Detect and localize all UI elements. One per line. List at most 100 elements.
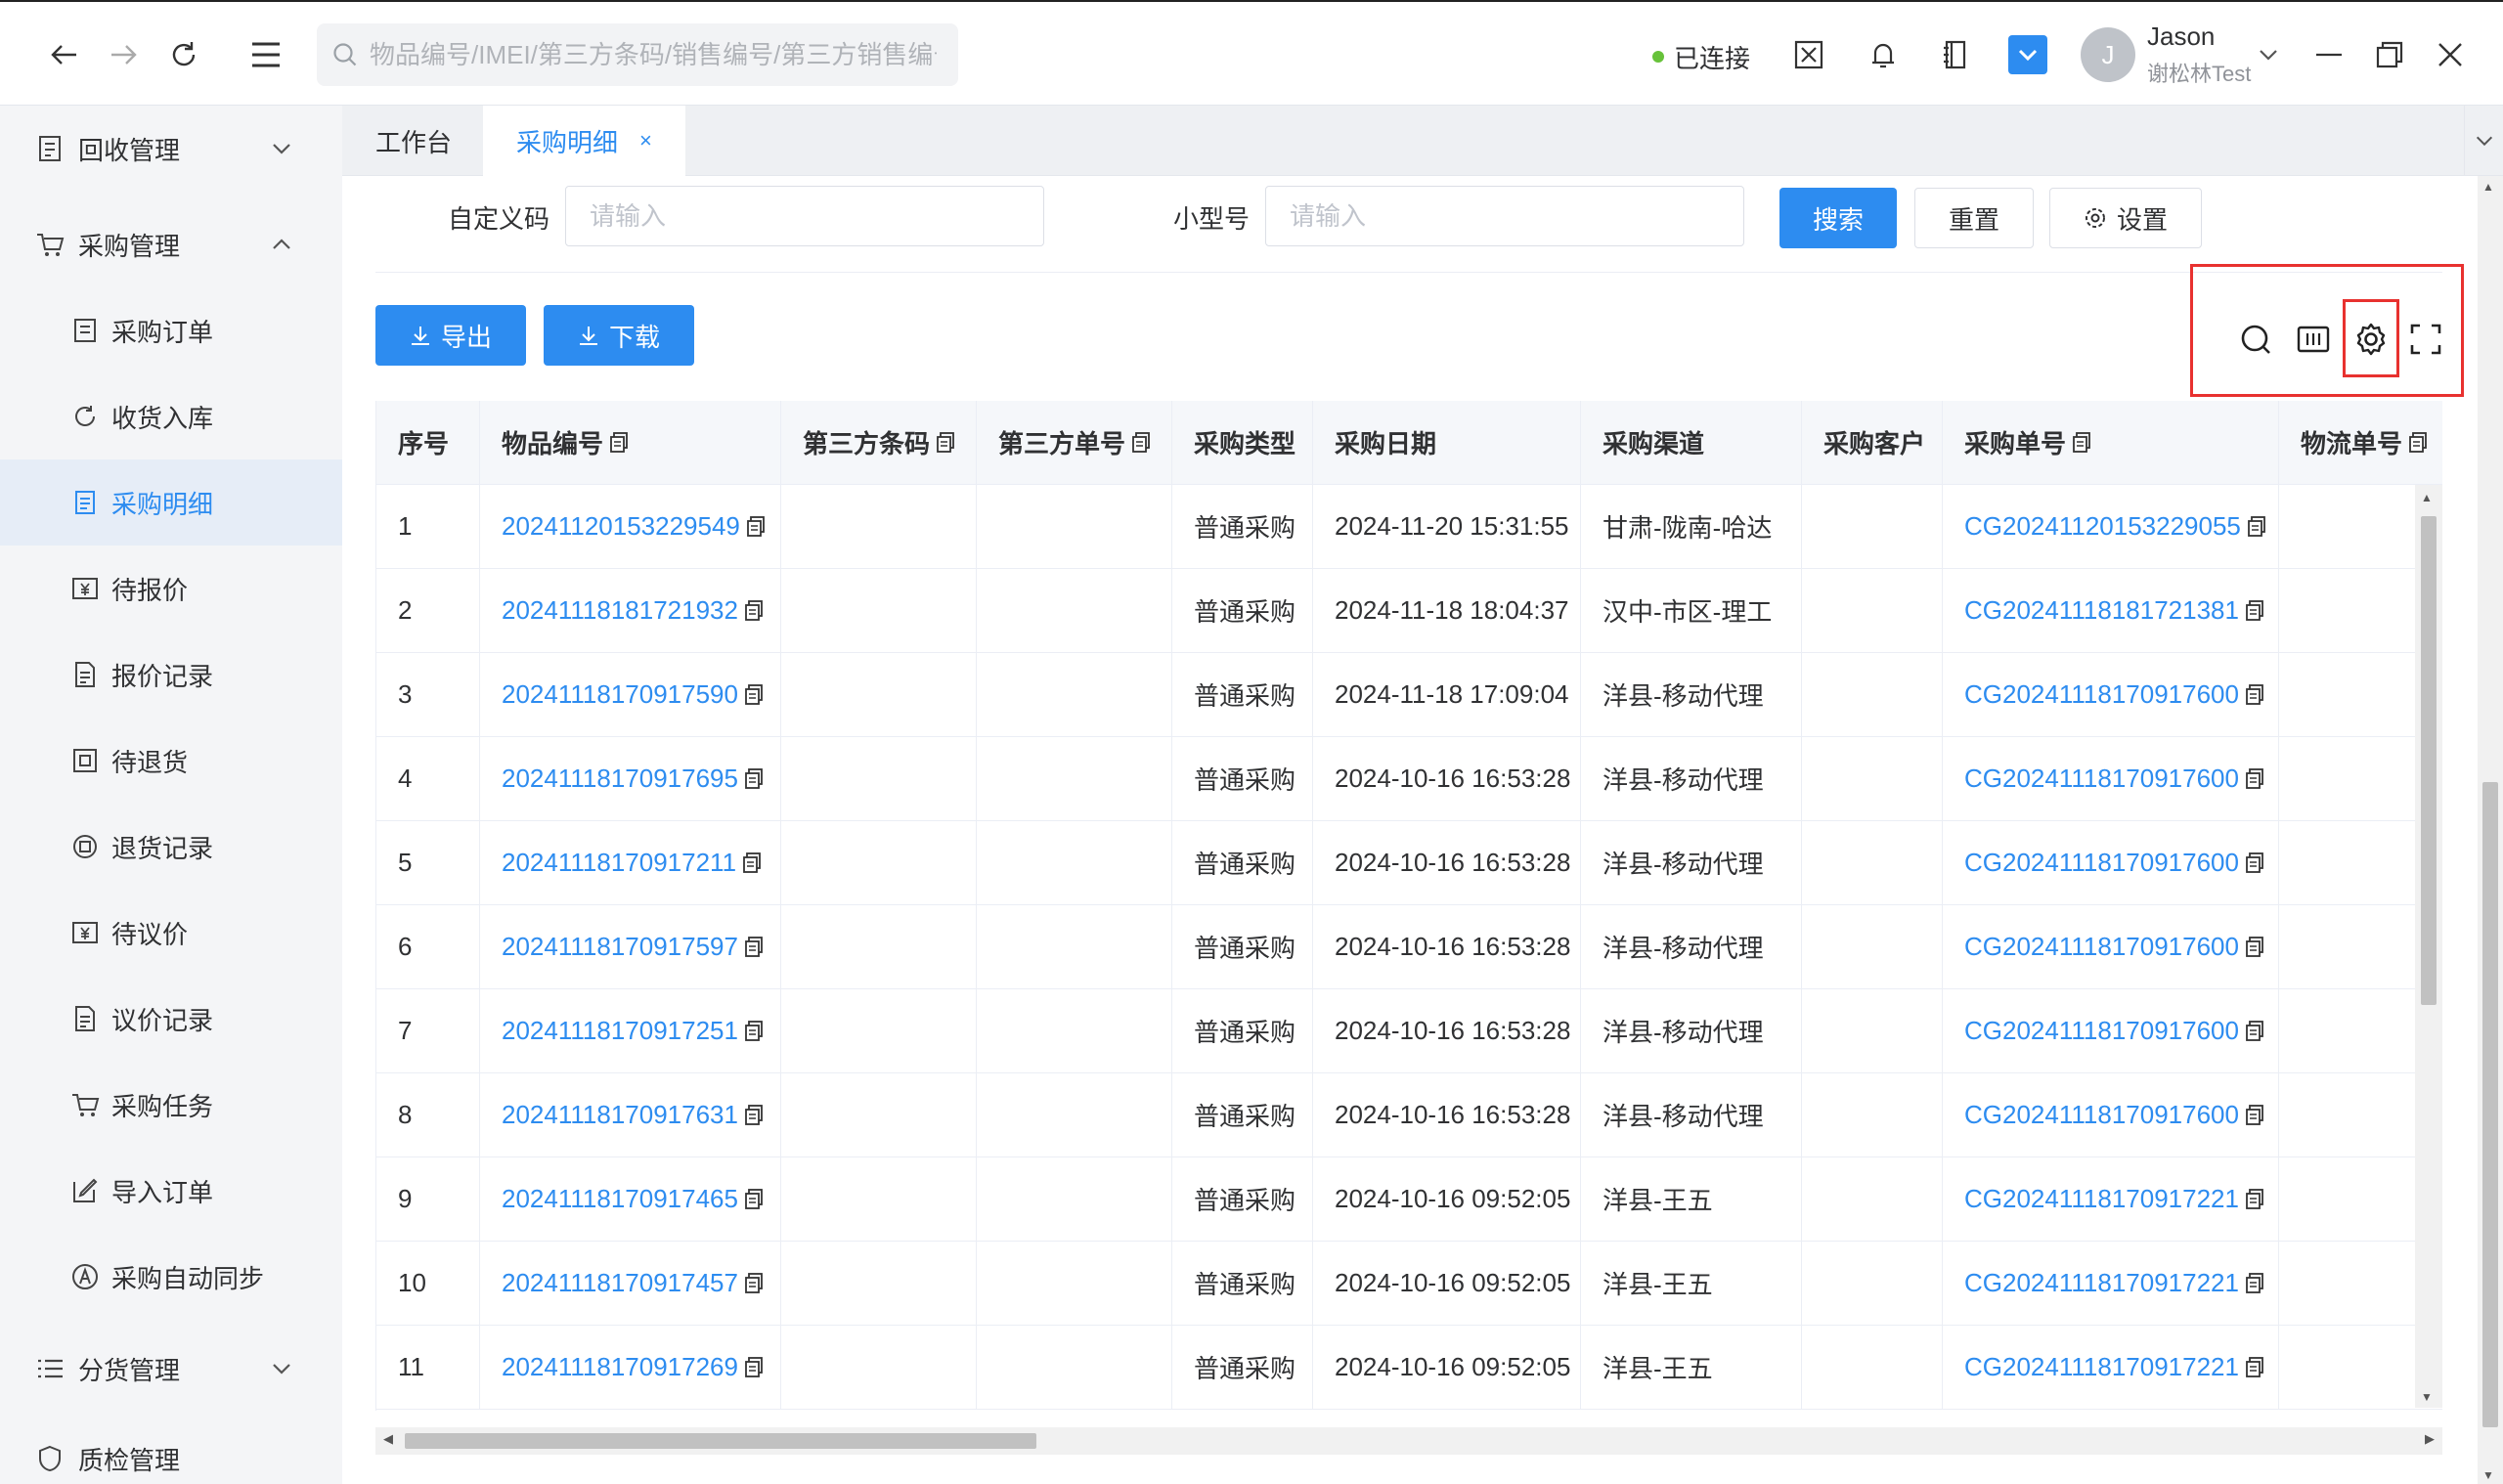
table-cell[interactable]: 20241118170917269 (480, 1326, 781, 1410)
copy-icon[interactable] (2245, 1020, 2264, 1042)
copy-icon[interactable] (744, 599, 764, 622)
cell-link[interactable]: 20241120153229549 (502, 511, 740, 542)
table-cell[interactable]: CG20241118170917600 (1943, 821, 2279, 905)
sidebar-item-bargain-record[interactable]: 议价记录 (0, 976, 342, 1062)
settings-button[interactable]: 设置 (2049, 188, 2202, 248)
copy-icon[interactable] (2245, 767, 2264, 790)
maximize-icon[interactable] (2368, 33, 2411, 76)
scroll-left-arrow-icon[interactable]: ◀ (383, 1431, 393, 1447)
dropdown-badge-icon[interactable] (2006, 33, 2049, 76)
copy-icon[interactable] (609, 431, 629, 454)
cell-link[interactable]: CG20241118181721381 (1964, 595, 2239, 626)
table-cell[interactable]: 20241118170917211 (480, 821, 781, 905)
table-settings-gear-icon[interactable] (2352, 321, 2390, 358)
table-cell[interactable]: 20241118170917457 (480, 1242, 781, 1326)
refresh-icon[interactable] (162, 33, 205, 76)
cell-link[interactable]: CG20241118170917600 (1964, 764, 2239, 794)
copy-icon[interactable] (2408, 431, 2428, 454)
table-cell[interactable]: 20241118170917695 (480, 737, 781, 821)
table-cell[interactable]: CG20241118170917600 (1943, 989, 2279, 1073)
table-cell[interactable]: 20241118181721932 (480, 569, 781, 653)
page-scroll-up-arrow-icon[interactable]: ▲ (2482, 180, 2494, 194)
table-cell[interactable]: 20241118170917465 (480, 1157, 781, 1242)
table-vertical-scrollbar[interactable]: ▲ ▼ (2415, 485, 2442, 1408)
close-icon[interactable] (2429, 33, 2472, 76)
table-horizontal-scrollbar[interactable]: ◀ ▶ (375, 1427, 2442, 1455)
sidebar-item-distribution[interactable]: 分货管理 (0, 1326, 342, 1412)
cell-link[interactable]: 20241118170917465 (502, 1184, 738, 1214)
sidebar-item-pending-quote[interactable]: 待报价 (0, 546, 342, 632)
copy-icon[interactable] (1131, 431, 1151, 454)
search-button[interactable]: 搜索 (1779, 188, 1897, 248)
table-search-icon[interactable] (2239, 323, 2272, 356)
cell-link[interactable]: CG20241118170917600 (1964, 932, 2239, 962)
copy-icon[interactable] (744, 683, 764, 706)
cell-link[interactable]: CG20241120153229055 (1964, 511, 2241, 542)
bell-icon[interactable] (1862, 33, 1905, 76)
tab-workbench[interactable]: 工作台 (342, 106, 485, 176)
sidebar-item-purchase-detail[interactable]: 采购明细 (0, 459, 342, 546)
cell-link[interactable]: 20241118170917251 (502, 1016, 738, 1046)
cell-link[interactable]: CG20241118170917221 (1964, 1268, 2239, 1298)
copy-icon[interactable] (744, 767, 764, 790)
copy-icon[interactable] (2245, 599, 2264, 622)
cell-link[interactable]: CG20241118170917600 (1964, 1100, 2239, 1130)
sidebar-item-import-order[interactable]: 导入订单 (0, 1148, 342, 1234)
copy-icon[interactable] (744, 1188, 764, 1210)
export-button[interactable]: 导出 (375, 305, 526, 366)
cell-link[interactable]: 20241118170917211 (502, 848, 736, 878)
table-cell[interactable]: CG20241118170917221 (1943, 1157, 2279, 1242)
copy-icon[interactable] (936, 431, 955, 454)
copy-icon[interactable] (2245, 1104, 2264, 1126)
table-cell[interactable]: 20241118170917631 (480, 1073, 781, 1157)
copy-icon[interactable] (2245, 1356, 2264, 1378)
copy-icon[interactable] (2245, 851, 2264, 874)
copy-icon[interactable] (2245, 683, 2264, 706)
scroll-right-arrow-icon[interactable]: ▶ (2425, 1431, 2435, 1447)
table-cell[interactable]: CG20241118170917600 (1943, 905, 2279, 989)
table-cell[interactable]: CG20241118181721381 (1943, 569, 2279, 653)
table-cell[interactable]: CG20241118170917221 (1943, 1326, 2279, 1410)
table-cell[interactable]: CG20241120153229055 (1943, 485, 2279, 569)
copy-icon[interactable] (744, 1020, 764, 1042)
cell-link[interactable]: 20241118170917590 (502, 679, 738, 710)
screenshot-icon[interactable] (1787, 33, 1830, 76)
scroll-up-arrow-icon[interactable]: ▲ (2421, 491, 2433, 504)
sidebar-item-auto-sync[interactable]: 采购自动同步 (0, 1234, 342, 1320)
copy-icon[interactable] (2245, 1188, 2264, 1210)
avatar[interactable]: J (2081, 27, 2135, 82)
cell-link[interactable]: 20241118181721932 (502, 595, 738, 626)
fullscreen-icon[interactable] (2409, 323, 2442, 356)
cell-link[interactable]: 20241118170917597 (502, 932, 738, 962)
cell-link[interactable]: CG20241118170917600 (1964, 1016, 2239, 1046)
page-scroll-thumb[interactable] (2482, 782, 2498, 1427)
cell-link[interactable]: CG20241118170917600 (1964, 679, 2239, 710)
book-icon[interactable] (1934, 33, 1977, 76)
sidebar-item-quality[interactable]: 质检管理 (0, 1416, 342, 1484)
horizontal-scroll-thumb[interactable] (405, 1433, 1036, 1449)
cell-link[interactable]: 20241118170917631 (502, 1100, 738, 1130)
cell-link[interactable]: 20241118170917269 (502, 1352, 738, 1382)
reset-button[interactable]: 重置 (1914, 188, 2034, 248)
cell-link[interactable]: CG20241118170917600 (1964, 848, 2239, 878)
copy-icon[interactable] (2072, 431, 2091, 454)
column-density-icon[interactable] (2296, 323, 2331, 356)
sidebar-item-receive[interactable]: 收货入库 (0, 373, 342, 459)
table-cell[interactable]: 20241120153229549 (480, 485, 781, 569)
table-cell[interactable]: 20241118170917597 (480, 905, 781, 989)
table-cell[interactable]: CG20241118170917600 (1943, 737, 2279, 821)
sidebar-item-purchase-task[interactable]: 采购任务 (0, 1062, 342, 1148)
copy-icon[interactable] (2245, 1272, 2264, 1294)
cell-link[interactable]: 20241118170917457 (502, 1268, 738, 1298)
table-cell[interactable]: CG20241118170917221 (1943, 1242, 2279, 1326)
copy-icon[interactable] (2247, 515, 2266, 538)
page-vertical-scrollbar[interactable]: ▲ ▼ (2478, 176, 2503, 1484)
copy-icon[interactable] (746, 515, 766, 538)
download-button[interactable]: 下载 (544, 305, 694, 366)
cell-link[interactable]: 20241118170917695 (502, 764, 738, 794)
user-chevron-down-icon[interactable] (2247, 33, 2290, 76)
menu-toggle-icon[interactable] (244, 33, 287, 76)
copy-icon[interactable] (2245, 936, 2264, 958)
copy-icon[interactable] (744, 1356, 764, 1378)
copy-icon[interactable] (744, 936, 764, 958)
